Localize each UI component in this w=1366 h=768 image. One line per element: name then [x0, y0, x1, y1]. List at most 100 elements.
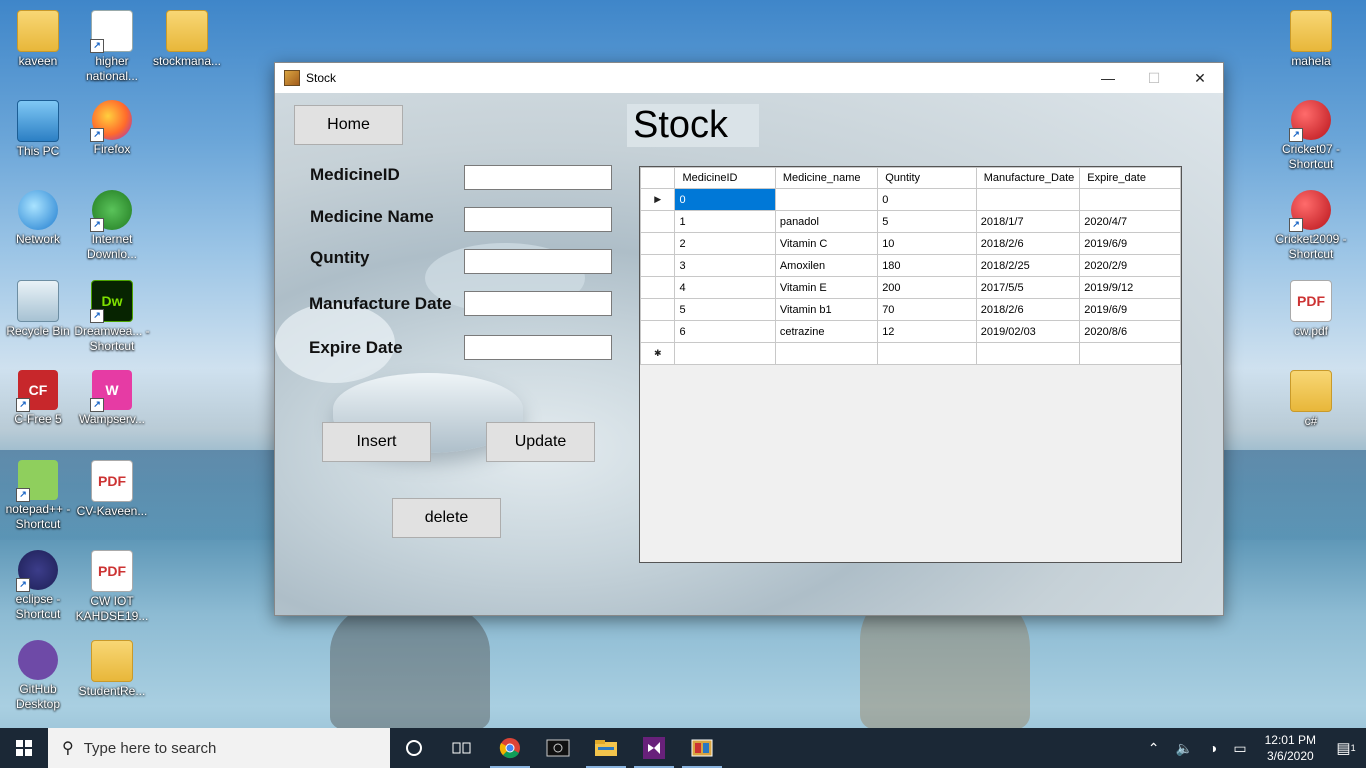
- new-row-header[interactable]: ✱: [639, 342, 676, 365]
- grid-cell[interactable]: 6: [674, 320, 776, 343]
- grid-cell[interactable]: Vitamin b1: [774, 298, 879, 321]
- row-header[interactable]: [639, 254, 676, 277]
- grid-cell[interactable]: 2019/9/12: [1079, 276, 1181, 299]
- battery-icon[interactable]: ▭: [1225, 740, 1254, 757]
- start-button[interactable]: [0, 728, 48, 768]
- grid-cell[interactable]: 12: [877, 320, 977, 343]
- table-row[interactable]: 6 cetrazine 12 2019/02/03 2020/8/6: [639, 320, 1181, 343]
- action-center-button[interactable]: ▤ 1: [1326, 728, 1366, 768]
- wifi-icon[interactable]: ◑: [1201, 740, 1225, 756]
- grid-cell[interactable]: 4: [674, 276, 776, 299]
- quantity-input[interactable]: [464, 249, 612, 274]
- desktop-icon[interactable]: PDF CV-Kaveen...: [74, 460, 150, 519]
- desktop-icon[interactable]: ↗ Firefox: [74, 100, 150, 157]
- desktop-icon[interactable]: ↗ Cricket07 - Shortcut: [1273, 100, 1349, 172]
- volume-icon[interactable]: 🔈: [1167, 740, 1200, 757]
- new-row[interactable]: ✱: [639, 342, 1181, 365]
- grid-cell[interactable]: 180: [877, 254, 977, 277]
- grid-cell[interactable]: [674, 342, 776, 365]
- desktop-icon[interactable]: c#: [1273, 370, 1349, 429]
- grid-corner-header[interactable]: [639, 167, 676, 189]
- grid-cell[interactable]: 2019/6/9: [1079, 298, 1181, 321]
- table-row[interactable]: 5 Vitamin b1 70 2018/2/6 2019/6/9: [639, 298, 1181, 321]
- close-button[interactable]: ✕: [1177, 63, 1223, 93]
- cortana-button[interactable]: [390, 728, 438, 768]
- row-header[interactable]: ▶: [639, 188, 676, 211]
- column-header-medicine-name[interactable]: Medicine_name: [774, 167, 879, 189]
- desktop-icon[interactable]: ↗ Cricket2009 - Shortcut: [1273, 190, 1349, 262]
- grid-cell[interactable]: Vitamin C: [774, 232, 879, 255]
- grid-cell[interactable]: 2020/8/6: [1079, 320, 1181, 343]
- row-header[interactable]: [639, 232, 676, 255]
- desktop-icon[interactable]: stockmana...: [149, 10, 225, 69]
- desktop-icon[interactable]: mahela: [1273, 10, 1349, 69]
- grid-cell[interactable]: 2019/02/03: [975, 320, 1081, 343]
- row-header[interactable]: [639, 320, 676, 343]
- table-row[interactable]: ▶ 0 0: [639, 188, 1181, 211]
- grid-cell[interactable]: [975, 342, 1081, 365]
- desktop-icon[interactable]: ↗ Internet Downlo...: [74, 190, 150, 262]
- grid-cell[interactable]: 2: [674, 232, 776, 255]
- delete-button[interactable]: delete: [392, 498, 501, 538]
- taskbar-visual-studio[interactable]: [630, 728, 678, 768]
- desktop-icon[interactable]: ↗ higher national...: [74, 10, 150, 84]
- minimize-button[interactable]: —: [1085, 63, 1131, 93]
- desktop-icon[interactable]: CF ↗ C-Free 5: [0, 370, 76, 427]
- grid-cell[interactable]: 70: [877, 298, 977, 321]
- task-view-button[interactable]: [438, 728, 486, 768]
- grid-cell[interactable]: 5: [674, 298, 776, 321]
- row-header[interactable]: [639, 276, 676, 299]
- desktop-icon[interactable]: GitHub Desktop: [0, 640, 76, 712]
- desktop-icon[interactable]: ↗ notepad++ - Shortcut: [0, 460, 76, 532]
- column-header-quantity[interactable]: Quntity: [877, 167, 977, 189]
- desktop-icon[interactable]: This PC: [0, 100, 76, 159]
- expire-date-input[interactable]: [464, 335, 612, 360]
- desktop-icon[interactable]: PDF cw.pdf: [1273, 280, 1349, 339]
- clock[interactable]: 12:01 PM 3/6/2020: [1255, 732, 1326, 764]
- taskbar-search-box[interactable]: ⚲ Type here to search: [48, 728, 390, 768]
- taskbar-stock-app[interactable]: [678, 728, 726, 768]
- desktop-icon[interactable]: StudentRe...: [74, 640, 150, 699]
- manufacture-date-input[interactable]: [464, 291, 612, 316]
- grid-cell[interactable]: 2018/2/25: [975, 254, 1081, 277]
- table-row[interactable]: 1 panadol 5 2018/1/7 2020/4/7: [639, 210, 1181, 233]
- grid-cell[interactable]: 2018/2/6: [975, 298, 1081, 321]
- grid-cell[interactable]: 0: [877, 188, 977, 211]
- grid-cell[interactable]: 2017/5/5: [975, 276, 1081, 299]
- desktop-icon[interactable]: kaveen: [0, 10, 76, 69]
- stock-data-grid[interactable]: MedicineID Medicine_name Quntity Manufac…: [639, 166, 1182, 563]
- grid-cell[interactable]: 2018/1/7: [975, 210, 1081, 233]
- grid-cell[interactable]: [877, 342, 977, 365]
- grid-cell[interactable]: 2020/2/9: [1079, 254, 1181, 277]
- medicine-id-input[interactable]: [464, 165, 612, 190]
- grid-cell[interactable]: 5: [877, 210, 977, 233]
- taskbar-app[interactable]: [534, 728, 582, 768]
- insert-button[interactable]: Insert: [322, 422, 431, 462]
- grid-cell[interactable]: Vitamin E: [774, 276, 879, 299]
- desktop-icon[interactable]: W ↗ Wampserv...: [74, 370, 150, 427]
- taskbar-file-explorer[interactable]: [582, 728, 630, 768]
- grid-cell[interactable]: 200: [877, 276, 977, 299]
- home-button[interactable]: Home: [294, 105, 403, 145]
- window-titlebar[interactable]: Stock — ☐ ✕: [275, 63, 1223, 93]
- table-row[interactable]: 4 Vitamin E 200 2017/5/5 2019/9/12: [639, 276, 1181, 299]
- desktop-icon[interactable]: Dw ↗ Dreamwea... - Shortcut: [74, 280, 150, 354]
- taskbar-chrome[interactable]: [486, 728, 534, 768]
- grid-cell[interactable]: [1079, 342, 1181, 365]
- grid-cell[interactable]: 10: [877, 232, 977, 255]
- desktop-icon[interactable]: PDF CW IOT KAHDSE19...: [74, 550, 150, 624]
- column-header-medicineid[interactable]: MedicineID: [674, 167, 776, 189]
- grid-cell[interactable]: cetrazine: [774, 320, 879, 343]
- grid-cell[interactable]: 3: [674, 254, 776, 277]
- table-row[interactable]: 3 Amoxilen 180 2018/2/25 2020/2/9: [639, 254, 1181, 277]
- desktop-icon[interactable]: Recycle Bin: [0, 280, 76, 339]
- table-row[interactable]: 2 Vitamin C 10 2018/2/6 2019/6/9: [639, 232, 1181, 255]
- grid-cell[interactable]: 2019/6/9: [1079, 232, 1181, 255]
- column-header-expire-date[interactable]: Expire_date: [1079, 167, 1181, 189]
- grid-cell[interactable]: 2018/2/6: [975, 232, 1081, 255]
- desktop-icon[interactable]: ↗ eclipse - Shortcut: [0, 550, 76, 622]
- chevron-up-icon[interactable]: ⌃: [1140, 740, 1168, 757]
- grid-cell[interactable]: panadol: [774, 210, 879, 233]
- grid-cell[interactable]: 0: [674, 188, 776, 211]
- grid-cell[interactable]: [975, 188, 1081, 211]
